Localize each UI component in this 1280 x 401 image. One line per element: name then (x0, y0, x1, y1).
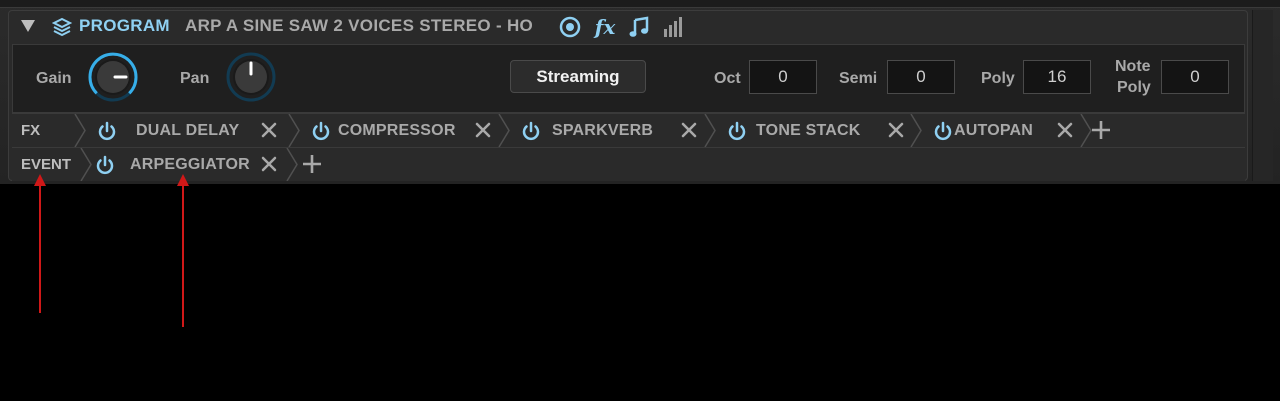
power-icon[interactable] (521, 121, 541, 141)
oct-field[interactable]: 0 (749, 60, 817, 94)
note-poly-label-line1: Note (1115, 58, 1151, 75)
power-icon[interactable] (95, 155, 115, 175)
fx-row: FX DUAL DELAY COMPRESSOR SPARKVERB TONE … (12, 113, 1245, 147)
annotation-arrow-arpeggiator (177, 174, 189, 327)
poly-field[interactable]: 16 (1023, 60, 1091, 94)
bar-meter-icon[interactable] (661, 15, 685, 39)
section-title: PROGRAM (79, 16, 170, 35)
program-header: PROGRAM ARP A SINE SAW 2 VOICES STEREO -… (9, 11, 1247, 43)
layers-icon (52, 17, 72, 37)
close-icon[interactable] (260, 120, 278, 140)
close-icon[interactable] (474, 120, 492, 140)
power-icon[interactable] (933, 121, 953, 141)
fx-slot-dual-delay[interactable]: DUAL DELAY (86, 114, 288, 147)
target-icon[interactable] (558, 15, 582, 39)
window-top-bar (0, 0, 1280, 8)
program-window: PROGRAM ARP A SINE SAW 2 VOICES STEREO -… (0, 0, 1280, 184)
annotation-arrow-event (34, 174, 46, 313)
gain-label: Gain (36, 70, 72, 87)
close-icon[interactable] (887, 120, 905, 140)
oct-label: Oct (714, 70, 741, 87)
slot-separator (286, 148, 298, 181)
note-poly-field[interactable]: 0 (1161, 60, 1229, 94)
pan-knob[interactable] (226, 52, 276, 102)
event-row: EVENT ARPEGGIATOR (12, 147, 1245, 181)
semi-field[interactable]: 0 (887, 60, 955, 94)
fx-row-label: FX (21, 122, 41, 139)
fx-slot-name: DUAL DELAY (136, 122, 240, 139)
fx-slot-tone-stack[interactable]: TONE STACK (716, 114, 910, 147)
event-row-label: EVENT (21, 156, 72, 173)
slot-separator (910, 114, 922, 147)
add-fx-plus-icon[interactable] (1091, 120, 1111, 140)
music-note-icon[interactable] (627, 15, 651, 39)
slot-separator (704, 114, 716, 147)
add-event-plus-icon[interactable] (302, 154, 322, 174)
semi-label: Semi (839, 70, 878, 87)
program-panel: PROGRAM ARP A SINE SAW 2 VOICES STEREO -… (8, 10, 1248, 181)
fx-slot-sparkverb[interactable]: SPARKVERB (510, 114, 704, 147)
poly-label: Poly (981, 70, 1015, 87)
program-controls: Gain Pan Streaming Oct 0 Semi 0 Poly 16 (12, 44, 1245, 113)
fx-slot-name: TONE STACK (756, 122, 861, 139)
close-icon[interactable] (680, 120, 698, 140)
fx-slot-name: COMPRESSOR (338, 122, 456, 139)
slot-separator (498, 114, 510, 147)
pan-label: Pan (180, 70, 210, 87)
fx-slot-name: AUTOPAN (954, 122, 1034, 139)
collapse-triangle-icon[interactable] (21, 20, 35, 32)
close-icon[interactable] (260, 154, 278, 174)
power-icon[interactable] (311, 121, 331, 141)
gain-knob[interactable] (88, 52, 138, 102)
right-scrollbar[interactable] (1252, 10, 1273, 181)
preset-name[interactable]: ARP A SINE SAW 2 VOICES STEREO - HO (185, 16, 533, 36)
note-poly-label-line2: Poly (1117, 79, 1151, 96)
fx-slot-name: SPARKVERB (552, 122, 654, 139)
slot-separator (74, 114, 86, 147)
fx-slot-compressor[interactable]: COMPRESSOR (300, 114, 498, 147)
power-icon[interactable] (727, 121, 747, 141)
power-icon[interactable] (97, 121, 117, 141)
fx-slot-autopan[interactable]: AUTOPAN (922, 114, 1080, 147)
fx-icon[interactable]: fx (592, 15, 618, 39)
streaming-button[interactable]: Streaming (510, 60, 646, 93)
slot-separator (288, 114, 300, 147)
close-icon[interactable] (1056, 120, 1074, 140)
